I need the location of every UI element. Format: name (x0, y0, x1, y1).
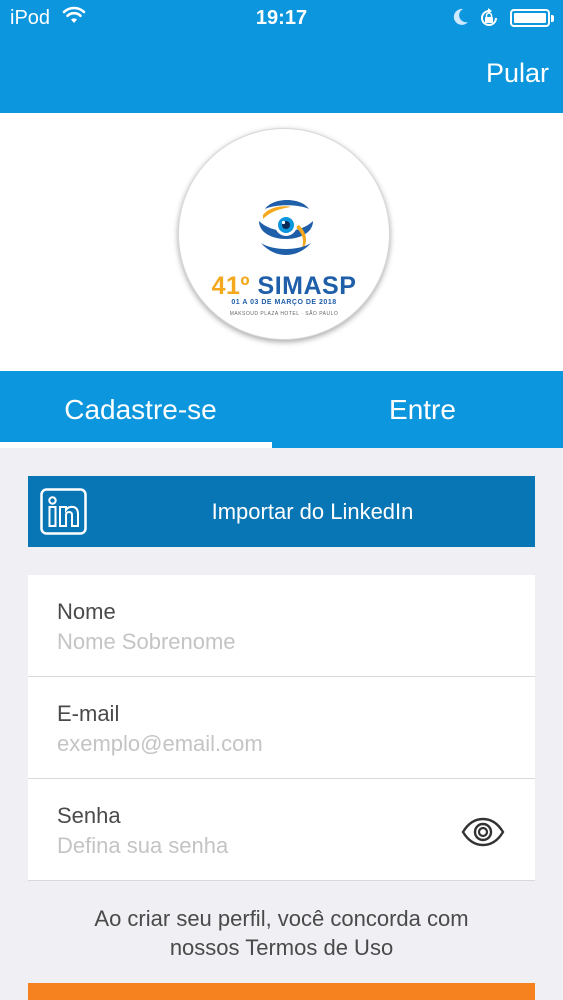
tab-login[interactable]: Entre (282, 371, 563, 448)
terms-line-1: Ao criar seu perfil, você concorda com (94, 906, 469, 931)
tab-indicator (0, 442, 272, 448)
email-label: E-mail (57, 701, 120, 726)
status-bar: iPod 19:17 (0, 0, 563, 36)
name-label: Nome (57, 599, 116, 624)
linkedin-import-label: Importar do LinkedIn (211, 499, 414, 524)
logo-title: 41º SIMASP (179, 272, 389, 301)
event-logo: 41º SIMASP 01 A 03 DE MARÇO DE 2018 MAKS… (178, 128, 390, 340)
signup-form: Nome E-mail Senha (28, 575, 535, 881)
terms-line-2[interactable]: nossos Termos de Uso (0, 933, 563, 962)
logo-venue: MAKSOUD PLAZA HOTEL · SÃO PAULO (229, 311, 339, 317)
terms-text: Ao criar seu perfil, você concorda com n… (0, 904, 563, 962)
logo-name: SIMASP (257, 272, 357, 300)
signup-submit-button[interactable] (28, 983, 535, 1000)
name-input[interactable] (57, 628, 457, 656)
auth-tabs: Cadastre-se Entre (0, 371, 563, 448)
moon-icon (453, 8, 468, 25)
tab-signup[interactable]: Cadastre-se (0, 371, 281, 448)
email-input[interactable] (57, 730, 457, 758)
logo-dates: 01 A 03 DE MARÇO DE 2018 (231, 299, 337, 306)
battery-icon (510, 9, 554, 27)
battery-level (514, 13, 546, 23)
rotation-lock-icon (481, 8, 497, 26)
logo-area: 41º SIMASP 01 A 03 DE MARÇO DE 2018 MAKS… (0, 113, 563, 371)
nav-bar: Pular (0, 36, 563, 113)
name-field[interactable]: Nome (28, 575, 535, 677)
password-input[interactable] (57, 832, 457, 860)
eye-logo-icon (259, 200, 313, 255)
skip-button[interactable]: Pular (486, 58, 549, 89)
password-field[interactable]: Senha (28, 779, 535, 881)
linkedin-import-button[interactable]: Importar do LinkedIn (28, 476, 535, 547)
password-label: Senha (57, 803, 121, 828)
email-field[interactable]: E-mail (28, 677, 535, 779)
show-password-icon[interactable] (461, 817, 505, 847)
linkedin-icon (40, 488, 87, 535)
logo-edition: 41º (211, 272, 251, 300)
